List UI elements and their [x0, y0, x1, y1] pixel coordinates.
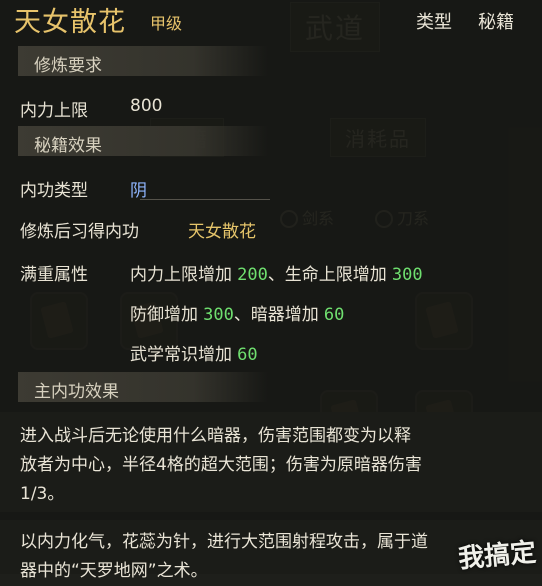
main-effect-line: 1/3。	[20, 484, 65, 504]
attr-amount: 60	[237, 345, 258, 365]
item-name: 天女散花	[14, 7, 126, 38]
main-effect-description: 进入战斗后无论使用什么暗器，伤害范围都变为以释 放者为中心，半径4格的超大范围；…	[20, 422, 525, 509]
tooltip-title-row: 天女散花 甲级 类型 秘籍	[0, 0, 542, 40]
req-max-internal-label: 内力上限	[20, 101, 88, 121]
main-effect-line: 进入战斗后无论使用什么暗器，伤害范围都变为以释	[20, 426, 411, 446]
main-effect-header: 主内功效果	[18, 372, 268, 402]
req-max-internal-value: 800	[130, 96, 163, 116]
effects-header-label: 秘籍效果	[34, 136, 102, 156]
divider	[140, 199, 270, 200]
lore-line: 器中的“天罗地网”之术。	[20, 561, 208, 581]
attr-amount: 60	[323, 305, 345, 325]
attr-amount: 200	[237, 265, 268, 285]
type-label: 类型	[416, 12, 452, 33]
requirements-header: 修炼要求	[18, 46, 268, 76]
type-value: 秘籍	[478, 12, 514, 33]
internal-type-value: 阴	[130, 181, 147, 201]
attr-amount: 300	[391, 265, 423, 285]
lore-description: 以内力化气，花蕊为针，进行大范围射程攻击，属于道 器中的“天罗地网”之术。	[20, 528, 525, 586]
attr-name: 内力上限增加	[130, 265, 232, 285]
main-effect-line: 放者为中心，半径4格的超大范围；伤害为原暗器伤害	[20, 455, 422, 475]
attr-name: 武学常识增加	[130, 345, 232, 365]
attr-line-3: 武学常识增加 60	[130, 340, 258, 365]
learn-skill-value: 天女散花	[188, 222, 256, 242]
full-attr-label: 满重属性	[20, 265, 88, 285]
attr-amount: 300	[203, 305, 234, 325]
learn-skill-label: 修炼后习得内功	[20, 222, 139, 242]
effects-header: 秘籍效果	[18, 126, 268, 156]
attr-name: 、暗器增加	[233, 305, 319, 325]
attr-line-1: 内力上限增加 200、生命上限增加 300	[130, 260, 423, 285]
attr-name: 、生命上限增加	[267, 265, 387, 285]
watermark: 我搞定	[457, 537, 538, 575]
requirements-header-label: 修炼要求	[34, 56, 102, 76]
internal-type-label: 内功类型	[20, 181, 88, 201]
main-effect-header-label: 主内功效果	[34, 382, 119, 402]
item-grade: 甲级	[150, 14, 183, 33]
attr-name: 防御增加	[130, 305, 198, 325]
item-tooltip: 天女散花 甲级 类型 秘籍 修炼要求 内力上限 800 秘籍效果 内功类型 阴 …	[0, 0, 542, 581]
main-effect-box: 进入战斗后无论使用什么暗器，伤害范围都变为以释 放者为中心，半径4格的超大范围；…	[0, 412, 542, 512]
lore-line: 以内力化气，花蕊为针，进行大范围射程攻击，属于道	[20, 532, 428, 552]
attr-line-2: 防御增加 300、暗器增加 60	[130, 300, 344, 325]
